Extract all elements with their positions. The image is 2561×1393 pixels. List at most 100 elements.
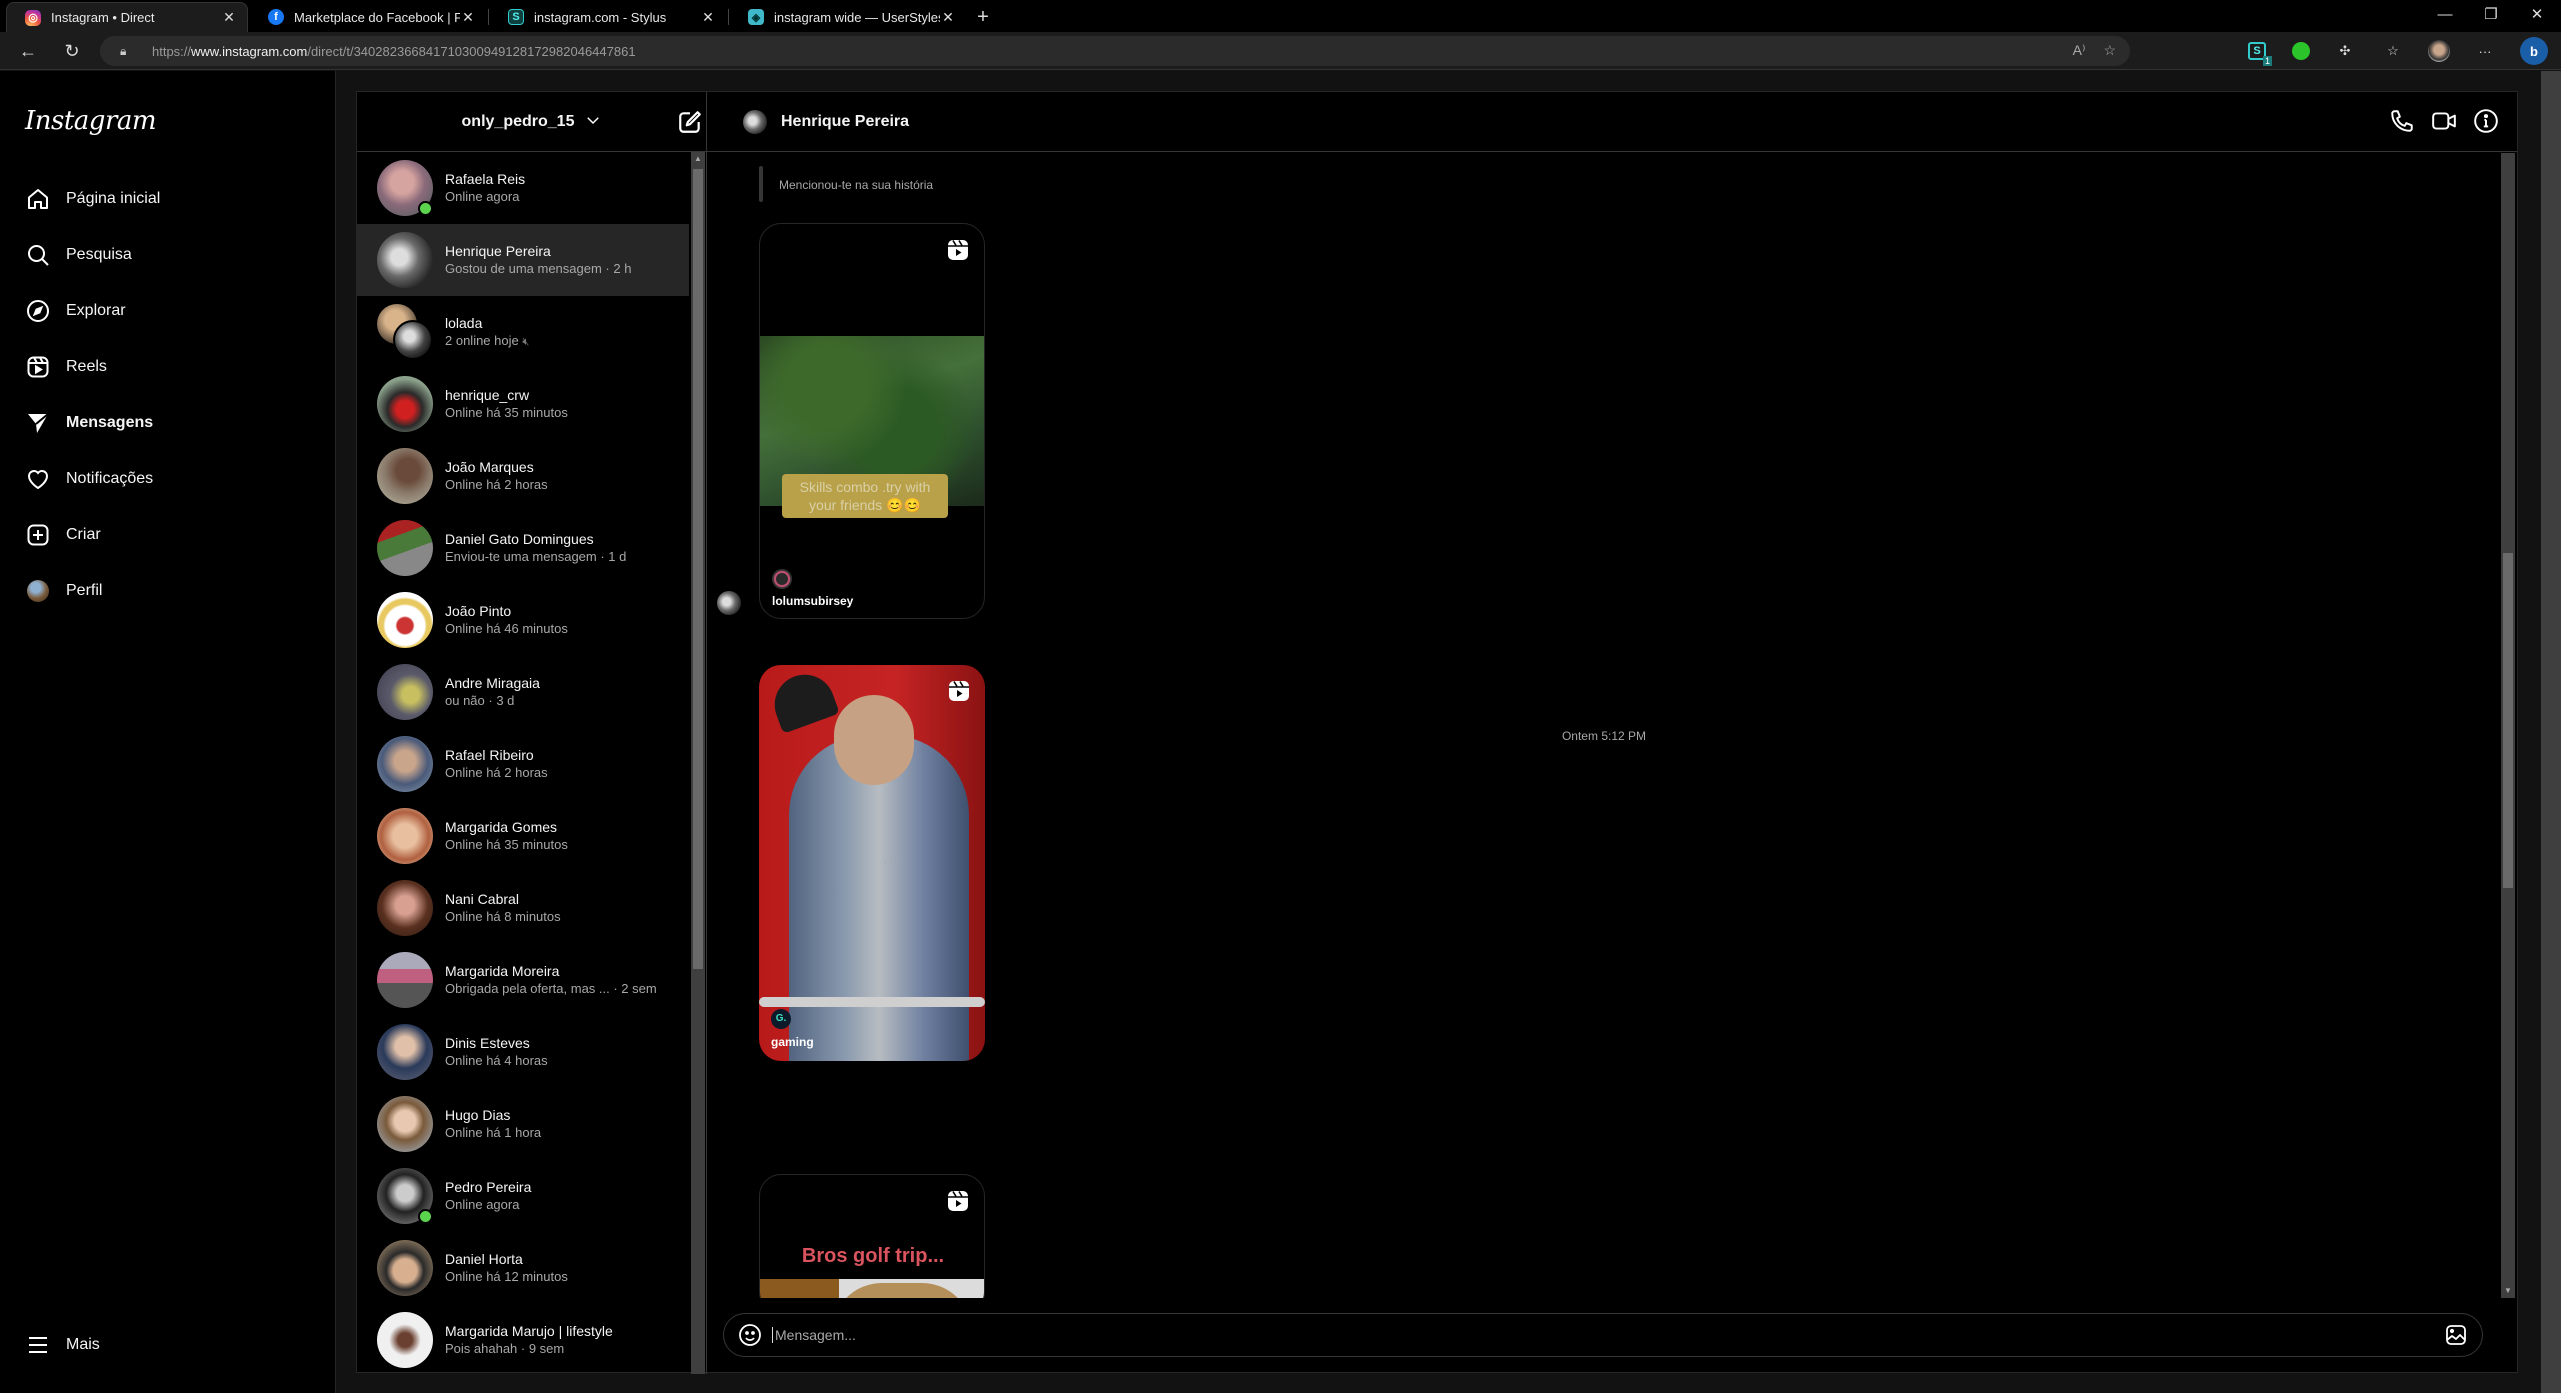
message-options-button[interactable]: ··· [883, 853, 900, 869]
reel-owner-avatar: G. [771, 1009, 791, 1029]
tab-instagram-direct[interactable]: ◎ Instagram • Direct ✕ [6, 2, 248, 32]
conversation-item-selected[interactable]: Henrique Pereira Gostou de uma mensagem ·… [357, 224, 689, 296]
page-viewport: Instagram Página inicial Pesquisa Explor… [0, 71, 2561, 1393]
nav-create[interactable]: Criar [20, 511, 316, 559]
new-message-icon[interactable] [677, 109, 703, 135]
avatar [377, 1240, 433, 1296]
online-indicator [418, 201, 433, 216]
conversation-subtitle: Obrigada pela oferta, mas ... · 2 sem [445, 981, 657, 996]
url-scheme: https:// [152, 43, 192, 59]
shared-reel-message[interactable]: Skills combo .try with your friends 😊😊 l… [759, 223, 985, 619]
tab-facebook-marketplace[interactable]: f Marketplace do Facebook | Facebook ✕ [250, 2, 486, 32]
account-switcher[interactable]: only_pedro_15 [357, 92, 707, 152]
conversation-list-scrollbar[interactable]: ▲ [691, 152, 705, 1374]
conversation-item[interactable]: Hugo Dias Online há 1 hora [357, 1088, 689, 1160]
page-scrollbar[interactable] [2541, 71, 2561, 1393]
nav-reels[interactable]: Reels [20, 343, 316, 391]
avatar [377, 808, 433, 864]
url-bar[interactable]: 🔒︎ https://www.instagram.com/direct/t/34… [100, 36, 2130, 66]
shared-reel-message[interactable]: G. gaming [759, 665, 985, 1061]
nav-messages[interactable]: Mensagens [20, 399, 316, 447]
message-input[interactable] [772, 1327, 2444, 1343]
video-call-icon[interactable] [2431, 108, 2457, 134]
reel-owner-name[interactable]: gaming [771, 1035, 814, 1049]
nav-label: Mensagens [66, 414, 154, 431]
shared-reel-message[interactable]: Bros golf trip... [759, 1174, 985, 1298]
image-upload-icon[interactable] [2444, 1323, 2468, 1347]
browser-profile-avatar[interactable] [2428, 40, 2450, 62]
conversation-subtitle: Online há 35 minutos [445, 405, 568, 420]
contact-name[interactable]: Henrique Pereira [781, 113, 909, 131]
conversation-subtitle: 2 online hoje 🔇︎ [445, 332, 530, 348]
conversation-item[interactable]: Margarida Gomes Online há 35 minutos [357, 800, 689, 872]
conversation-item[interactable]: Margarida Marujo | lifestyle Pois ahahah … [357, 1304, 689, 1374]
scroll-down-arrow[interactable]: ▼ [2501, 1284, 2515, 1298]
url-host: www.instagram.com [191, 43, 308, 59]
stylus-extension-icon[interactable]: S 1 [2246, 40, 2272, 66]
nav-more[interactable]: Mais [20, 1321, 316, 1369]
menu-icon [26, 1333, 50, 1357]
conversation-item[interactable]: Andre Miragaia ou não · 3 d [357, 656, 689, 728]
reels-icon [946, 238, 970, 262]
chat-header: Henrique Pereira [707, 92, 2517, 152]
reload-button[interactable]: ↻ [58, 38, 86, 64]
reel-owner-name[interactable]: lolumsubirsey [772, 594, 853, 608]
conversation-item[interactable]: Nani Cabral Online há 8 minutos [357, 872, 689, 944]
add-favorite-icon[interactable]: ☆ [2103, 42, 2116, 59]
contact-avatar[interactable] [743, 109, 767, 134]
bing-copilot-icon[interactable]: b [2520, 37, 2548, 65]
extensions-icon[interactable]: ✣ [2334, 40, 2356, 62]
chat-scrollbar[interactable]: ▼ [2501, 153, 2515, 1298]
phone-icon[interactable] [2389, 108, 2415, 134]
back-button[interactable]: ← [14, 38, 42, 64]
conversation-item[interactable]: Margarida Moreira Obrigada pela oferta, m… [357, 944, 689, 1016]
userstyles-icon: ◈ [748, 9, 764, 25]
extension-badge: 1 [2262, 56, 2272, 66]
nav-home[interactable]: Página inicial [20, 175, 316, 223]
instagram-logo[interactable]: Instagram [25, 106, 157, 136]
conversation-item[interactable]: Rafael Ribeiro Online há 2 horas [357, 728, 689, 800]
conversation-name: Rafael Ribeiro [445, 747, 534, 763]
minimize-button[interactable]: — [2422, 0, 2468, 32]
tab-stylus[interactable]: S instagram.com - Stylus ✕ [490, 2, 726, 32]
close-tab-icon[interactable]: ✕ [460, 9, 476, 26]
emoji-icon[interactable] [738, 1323, 762, 1347]
conversation-item[interactable]: João Marques Online há 2 horas [357, 440, 689, 512]
conversation-item[interactable]: Daniel Horta Online há 12 minutos [357, 1232, 689, 1304]
conversation-name: Daniel Horta [445, 1251, 523, 1267]
nav-notifications[interactable]: Notificações [20, 455, 316, 503]
conversation-list: Rafaela Reis Online agora Henrique Pereir… [357, 152, 689, 1374]
conversation-item[interactable]: Rafaela Reis Online agora [357, 152, 689, 224]
conversation-item[interactable]: João Pinto Online há 46 minutos [357, 584, 689, 656]
conversation-item[interactable]: Daniel Gato Domingues Enviou-te uma mensa… [357, 512, 689, 584]
restore-button[interactable]: ❐ [2468, 0, 2514, 32]
close-tab-icon[interactable]: ✕ [221, 9, 237, 26]
close-tab-icon[interactable]: ✕ [940, 9, 956, 26]
thumbs-up-extension-icon[interactable] [2290, 40, 2312, 62]
conversation-item[interactable]: Dinis Esteves Online há 4 horas [357, 1016, 689, 1088]
reel-caption: Skills combo .try with your friends 😊😊 [782, 474, 948, 518]
conversation-item[interactable]: lolada 2 online hoje 🔇︎ [357, 296, 689, 368]
scrollbar-thumb[interactable] [693, 169, 703, 969]
read-aloud-icon[interactable]: A⁾ [2073, 42, 2086, 59]
reel-thumbnail-detail [759, 997, 985, 1007]
conversation-item[interactable]: Pedro Pereira Online agora [357, 1160, 689, 1232]
home-icon [26, 187, 50, 211]
conversation-name: Margarida Moreira [445, 963, 560, 979]
nav-search[interactable]: Pesquisa [20, 231, 316, 279]
sender-avatar[interactable] [717, 591, 741, 615]
close-tab-icon[interactable]: ✕ [700, 9, 716, 26]
nav-profile[interactable]: Perfil [20, 567, 316, 615]
close-window-button[interactable]: ✕ [2514, 0, 2560, 32]
tab-userstyles[interactable]: ◈ instagram wide — UserStyles.world ✕ [730, 2, 966, 32]
new-tab-button[interactable]: + [970, 4, 996, 30]
info-icon[interactable] [2473, 108, 2499, 134]
scroll-up-arrow[interactable]: ▲ [691, 152, 705, 166]
nav-explore[interactable]: Explorar [20, 287, 316, 335]
conversation-subtitle: Online há 2 horas [445, 477, 548, 492]
message-thread: Mencionou-te na sua história Skills comb… [707, 153, 2501, 1298]
scrollbar-thumb[interactable] [2503, 553, 2513, 888]
favorites-icon[interactable]: ☆ [2382, 40, 2404, 62]
settings-more-icon[interactable]: ··· [2474, 40, 2496, 62]
conversation-item[interactable]: henrique_crw Online há 35 minutos [357, 368, 689, 440]
